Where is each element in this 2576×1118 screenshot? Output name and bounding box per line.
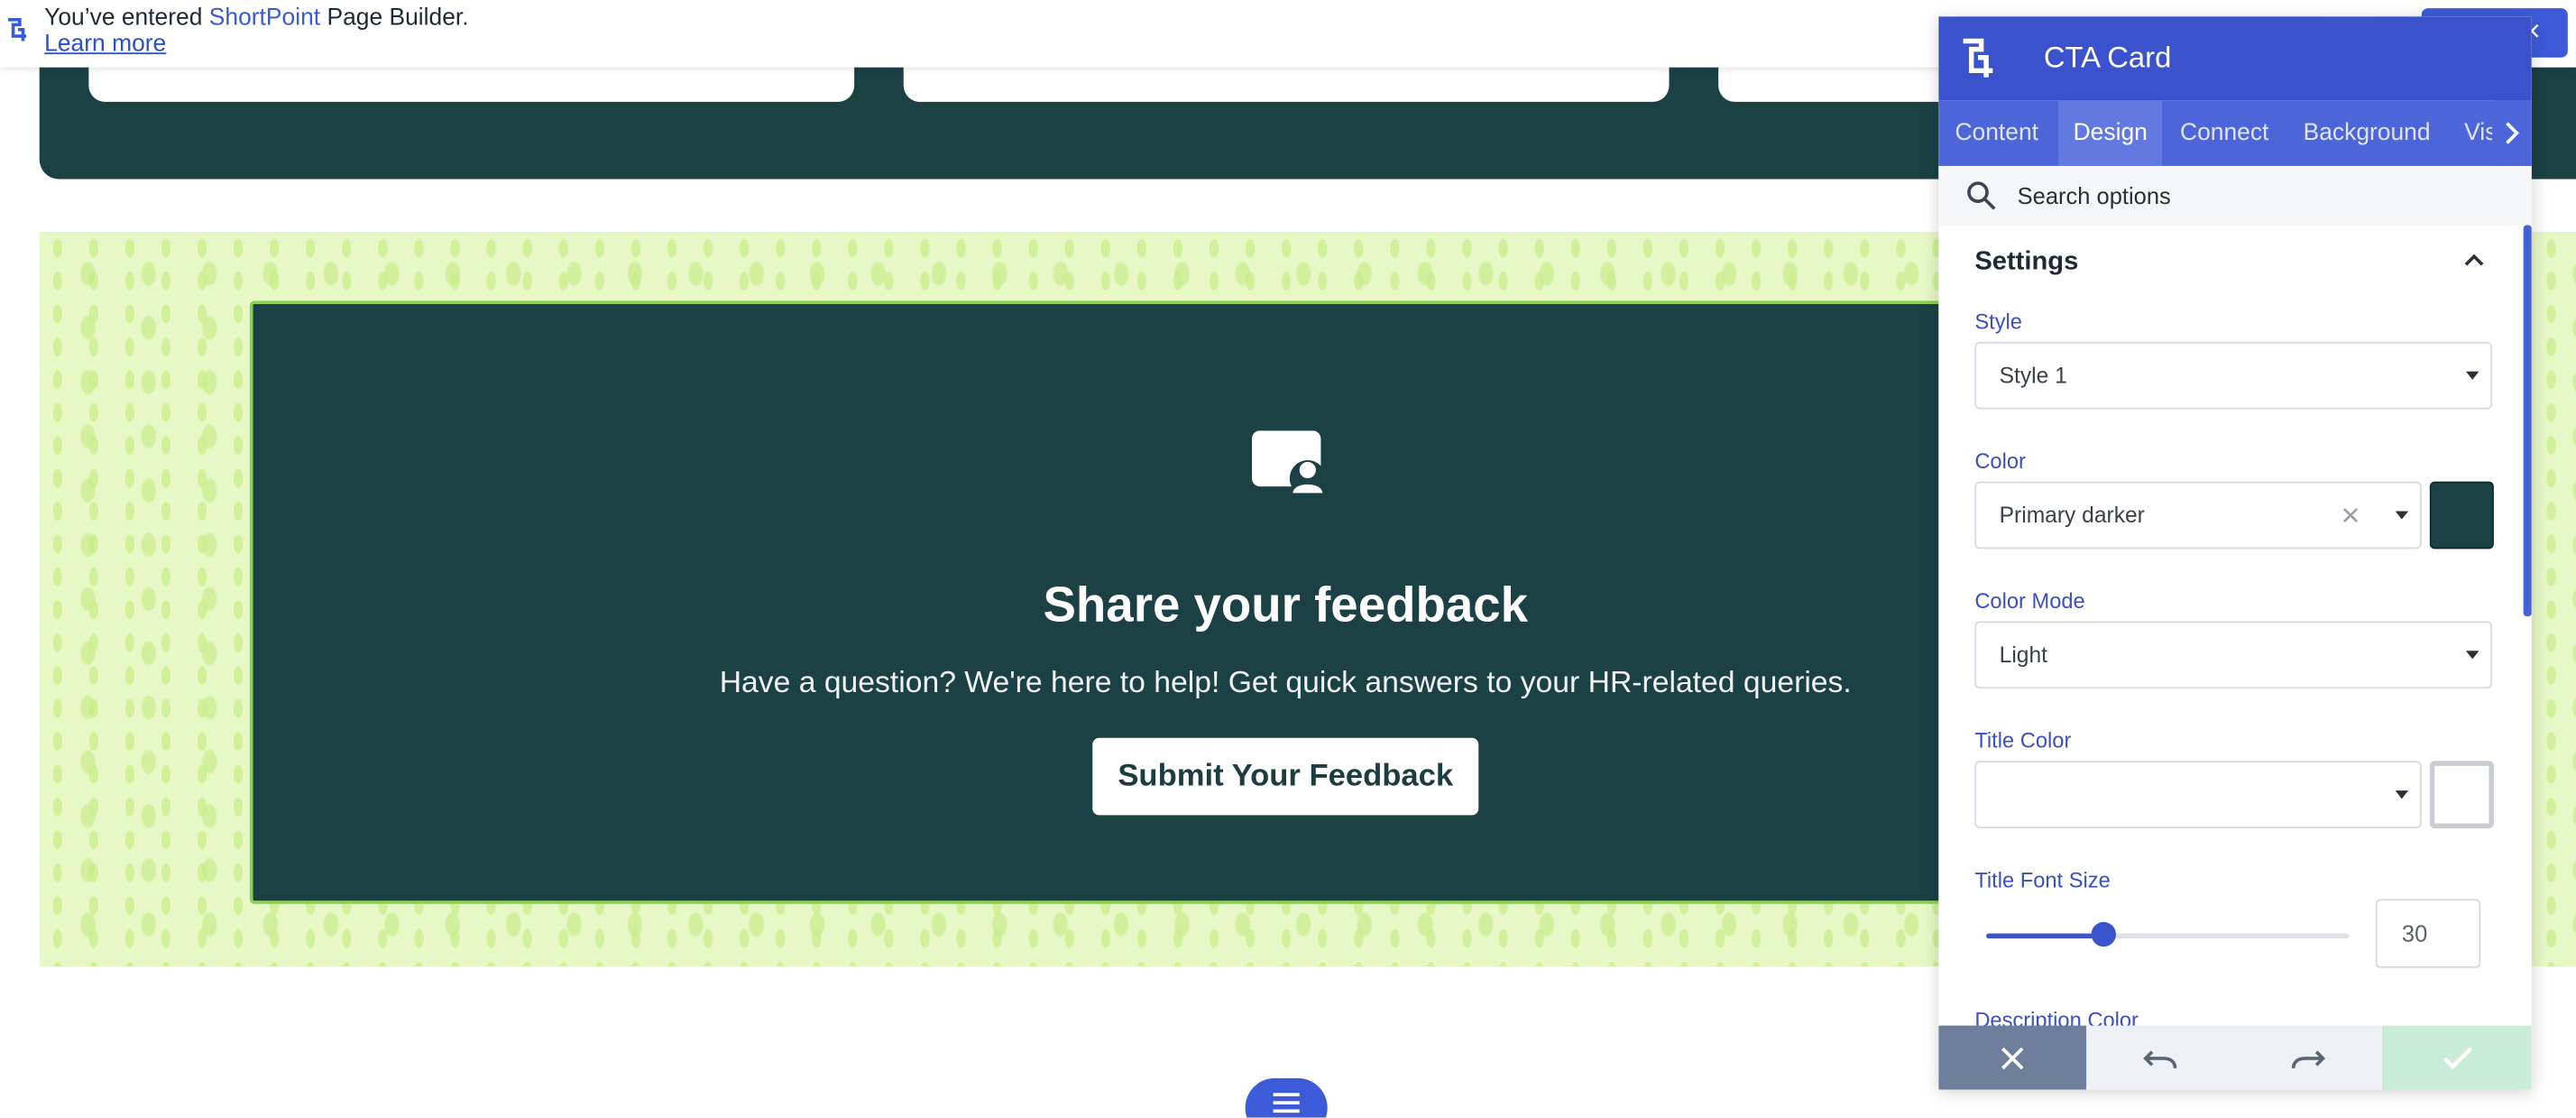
style-select-value: Style 1 xyxy=(1999,363,2067,388)
panel-scrollbar[interactable] xyxy=(2523,225,2532,617)
shortpoint-logo-icon xyxy=(1963,38,1993,78)
undo-button[interactable] xyxy=(2086,1025,2235,1090)
cta-title: Share your feedback xyxy=(1043,578,1529,633)
panel-tabs: Content Design Connect Background Vis xyxy=(1938,100,2532,166)
settings-section-title[interactable]: Settings xyxy=(1974,248,2078,278)
menu-fab-button[interactable] xyxy=(1245,1077,1328,1118)
submit-feedback-button[interactable]: Submit Your Feedback xyxy=(1092,737,1479,816)
chat-user-icon xyxy=(1251,430,1325,497)
panel-header: CTA Card xyxy=(1938,16,2532,101)
tab-background[interactable]: Background xyxy=(2288,100,2445,166)
caret-down-icon xyxy=(2395,511,2409,520)
redo-button[interactable] xyxy=(2234,1025,2383,1090)
notice-prefix: You’ve entered xyxy=(44,5,209,32)
title-font-size-label: Title Font Size xyxy=(1974,867,2111,893)
confirm-button[interactable] xyxy=(2382,1025,2532,1090)
style-label: Style xyxy=(1974,309,2022,334)
undo-icon xyxy=(2143,1049,2177,1068)
cta-card-settings-panel: CTA Card Content Design Connect Backgrou… xyxy=(1938,16,2532,1090)
clear-icon[interactable]: ✕ xyxy=(2340,502,2360,531)
learn-more-link[interactable]: Learn more xyxy=(44,32,166,58)
shortpoint-logo-icon xyxy=(8,18,27,42)
close-icon xyxy=(2001,1046,2024,1069)
tab-connect[interactable]: Connect xyxy=(2166,100,2284,166)
search-options-input[interactable] xyxy=(2017,174,2494,217)
title-font-size-slider-handle[interactable] xyxy=(2091,921,2116,947)
color-label: Color xyxy=(1974,448,2026,474)
cta-description: Have a question? We're here to help! Get… xyxy=(719,663,1852,699)
tab-design[interactable]: Design xyxy=(2058,100,2163,166)
search-icon xyxy=(1967,181,1996,210)
chevron-up-icon[interactable] xyxy=(2462,248,2485,271)
color-select-value: Primary darker xyxy=(1999,503,2145,528)
title-color-swatch[interactable] xyxy=(2429,761,2494,828)
redo-icon xyxy=(2291,1049,2326,1068)
title-font-size-slider-fill xyxy=(1986,933,2102,939)
cancel-button[interactable] xyxy=(1938,1025,2087,1090)
style-select[interactable]: Style 1 xyxy=(1974,341,2493,410)
tabs-next-button[interactable] xyxy=(2492,100,2532,166)
page-canvas: You’ve entered ShortPoint Page Builder. … xyxy=(0,0,2576,1118)
notice-suffix: Page Builder. xyxy=(320,5,469,32)
caret-down-icon xyxy=(2465,371,2479,380)
notice-brand: ShortPoint xyxy=(208,5,321,32)
panel-title: CTA Card xyxy=(2043,41,2172,74)
title-font-size-input[interactable] xyxy=(2375,899,2481,968)
search-options-row xyxy=(1938,165,2532,226)
chevron-right-icon xyxy=(2506,122,2519,144)
menu-icon xyxy=(1273,1093,1300,1096)
notice-text: You’ve entered ShortPoint Page Builder. xyxy=(44,5,468,31)
color-mode-select-value: Light xyxy=(1999,642,2047,668)
title-color-label: Title Color xyxy=(1974,727,2072,753)
color-mode-select[interactable]: Light xyxy=(1974,621,2493,689)
color-mode-label: Color Mode xyxy=(1974,588,2085,614)
caret-down-icon xyxy=(2395,790,2409,799)
checkmark-icon xyxy=(2442,1046,2472,1069)
caret-down-icon xyxy=(2465,651,2479,660)
panel-footer xyxy=(1938,1025,2532,1090)
color-swatch[interactable] xyxy=(2429,481,2494,550)
color-select[interactable]: Primary darker ✕ xyxy=(1974,481,2422,550)
tab-content[interactable]: Content xyxy=(1940,100,2053,166)
title-color-select[interactable] xyxy=(1974,761,2422,828)
